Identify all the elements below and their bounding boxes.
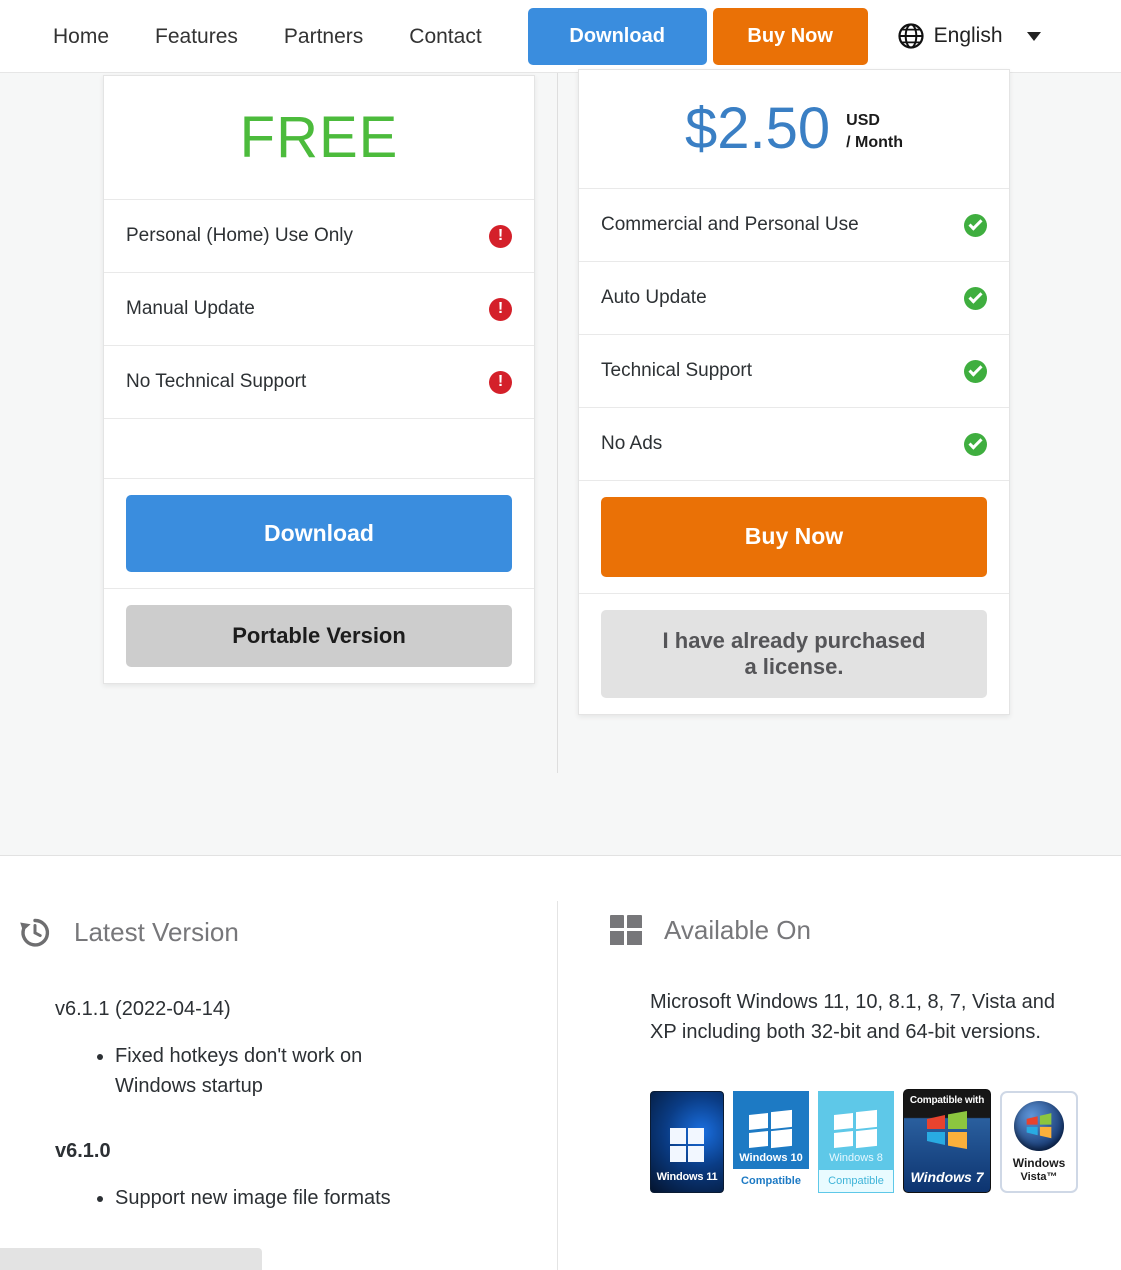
windows-8-badge: Windows 8 Compatible <box>818 1091 894 1194</box>
release-notes: Fixed hotkeys don't work on Windows star… <box>115 1041 557 1101</box>
free-feature-spacer-row <box>104 419 534 479</box>
chevron-down-icon[interactable] <box>1026 31 1041 41</box>
paid-plan-card: $2.50 USD / Month Commercial and Persona… <box>578 69 1010 715</box>
paid-plan-header: $2.50 USD / Month <box>579 70 1009 189</box>
check-circle-icon <box>964 432 987 456</box>
release-version: v6.1.1 (2022-04-14) <box>55 998 231 1020</box>
pricing-column-divider <box>557 73 558 773</box>
latest-version-title: Latest Version <box>74 916 239 947</box>
available-on-header: Available On <box>610 915 1121 946</box>
paid-feature-label: No Ads <box>601 433 663 454</box>
already-purchased-line2: a license. <box>744 654 844 679</box>
available-on-title: Available On <box>664 915 811 945</box>
top-navigation-bar: Home Features Partners Contact Download … <box>0 0 1121 73</box>
windows-8-badge-label: Windows 8 <box>829 1152 883 1165</box>
free-download-button[interactable]: Download <box>126 495 512 572</box>
exclamation-circle-icon: ! <box>489 297 512 321</box>
free-feature-row: Personal (Home) Use Only ! <box>104 200 534 273</box>
paid-feature-label: Commercial and Personal Use <box>601 214 859 235</box>
free-feature-row: No Technical Support ! <box>104 346 534 419</box>
nav-link-features[interactable]: Features <box>132 0 261 73</box>
free-feature-label: No Technical Support <box>126 371 307 392</box>
free-plan-header: FREE <box>104 76 534 200</box>
paid-primary-button-row: Buy Now <box>579 481 1009 594</box>
paid-feature-label: Technical Support <box>601 360 753 381</box>
portable-version-button[interactable]: Portable Version <box>126 605 512 667</box>
language-label: English <box>933 24 1003 47</box>
price-period: / Month <box>846 134 904 151</box>
paid-feature-row: No Ads <box>579 408 1009 481</box>
already-purchased-line1: I have already purchased <box>662 627 926 653</box>
nav-links: Home Features Partners Contact <box>30 0 505 73</box>
windows-10-badge-sub: Compatible <box>733 1169 809 1194</box>
release-note-item: Support new image file formats <box>115 1183 425 1213</box>
nav-link-partners[interactable]: Partners <box>261 0 386 73</box>
nav-buy-now-button[interactable]: Buy Now <box>712 7 868 65</box>
check-circle-icon <box>964 286 987 310</box>
windows-8-badge-sub: Compatible <box>818 1169 894 1194</box>
buy-now-button[interactable]: Buy Now <box>601 497 987 577</box>
exclamation-circle-icon: ! <box>489 370 512 394</box>
free-feature-label: Manual Update <box>126 298 255 319</box>
windows-vista-badge-sub: Vista™ <box>1020 1170 1058 1183</box>
windows-7-badge-sub: Compatible with <box>909 1095 985 1107</box>
windows-10-badge-label: Windows 10 <box>739 1152 803 1165</box>
windows-7-badge-label: Windows 7 <box>910 1169 984 1186</box>
language-selector[interactable]: English <box>898 23 1041 49</box>
windows-logo-icon <box>610 915 642 946</box>
windows-11-badge-label: Windows 11 <box>656 1171 718 1184</box>
paid-secondary-button-row: I have already purchased a license. <box>579 594 1009 714</box>
available-on-description: Microsoft Windows 11, 10, 8.1, 8, 7, Vis… <box>650 991 1056 1043</box>
paid-feature-row: Auto Update <box>579 262 1009 335</box>
plan-price: $2.50 <box>684 96 831 161</box>
info-section: Latest Version v6.1.1 (2022-04-14) Fixed… <box>0 857 1121 1270</box>
check-circle-icon <box>964 359 987 383</box>
latest-version-column: Latest Version v6.1.1 (2022-04-14) Fixed… <box>0 857 557 1213</box>
free-plan-card: FREE Personal (Home) Use Only ! Manual U… <box>103 75 535 684</box>
windows-7-badge: Compatible with Windows 7 <box>903 1089 991 1194</box>
windows-11-badge: Windows 11 <box>650 1091 724 1194</box>
exclamation-circle-icon: ! <box>489 224 512 248</box>
windows-vista-orb-icon <box>1014 1100 1064 1151</box>
nav-link-home[interactable]: Home <box>30 0 132 73</box>
pricing-section: FREE Personal (Home) Use Only ! Manual U… <box>0 69 1121 856</box>
paid-feature-label: Auto Update <box>601 287 707 308</box>
os-badge-list: Windows 11 Windows 10 Compatible Windows… <box>650 1089 1121 1194</box>
free-secondary-button-row: Portable Version <box>104 589 534 683</box>
windows-10-badge: Windows 10 Compatible <box>733 1091 809 1194</box>
paid-feature-row: Commercial and Personal Use <box>579 189 1009 262</box>
paid-feature-row: Technical Support <box>579 335 1009 408</box>
free-primary-button-row: Download <box>104 479 534 589</box>
check-circle-icon <box>964 213 987 237</box>
nav-link-contact[interactable]: Contact <box>386 0 504 73</box>
release-notes: Support new image file formats <box>115 1183 557 1213</box>
latest-version-header: Latest Version <box>18 915 557 949</box>
free-feature-label: Personal (Home) Use Only <box>126 225 354 246</box>
globe-icon <box>898 23 924 49</box>
available-on-column: Available On Microsoft Windows 11, 10, 8… <box>558 857 1121 1194</box>
price-currency: USD <box>846 112 880 130</box>
free-plan-headline: FREE <box>239 105 399 170</box>
release-version: v6.1.0 <box>55 1140 111 1162</box>
release-list: v6.1.1 (2022-04-14) Fixed hotkeys don't … <box>55 995 557 1213</box>
windows-vista-badge-label: Windows <box>1012 1155 1066 1170</box>
windows-vista-badge: Windows Vista™ <box>1000 1091 1078 1194</box>
nav-download-button[interactable]: Download <box>527 7 707 65</box>
free-feature-row: Manual Update ! <box>104 273 534 346</box>
already-purchased-button[interactable]: I have already purchased a license. <box>601 610 987 698</box>
release-note-item: Fixed hotkeys don't work on Windows star… <box>115 1041 425 1101</box>
browser-status-tooltip <box>0 1248 262 1270</box>
history-clock-icon <box>18 915 52 949</box>
